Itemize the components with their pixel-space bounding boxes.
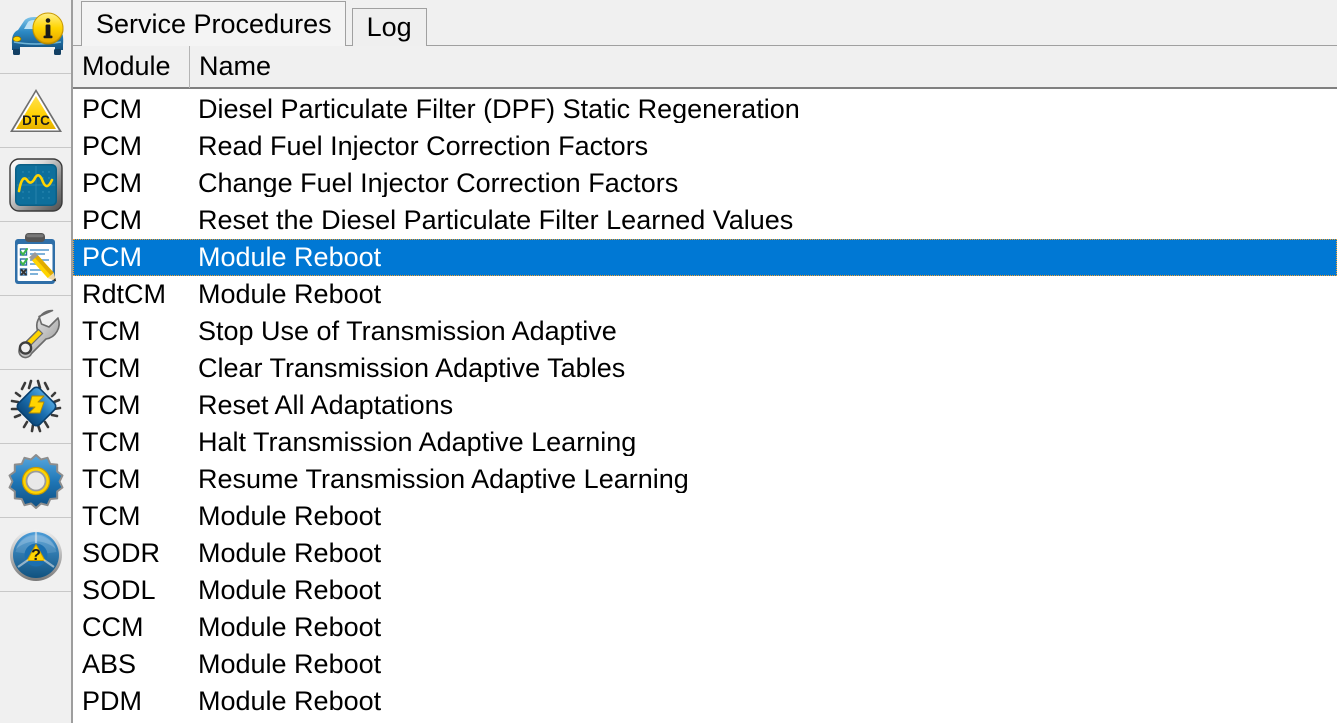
table-row[interactable]: PCM Diesel Particulate Filter (DPF) Stati…: [73, 91, 1337, 128]
sidebar-item-settings[interactable]: [0, 444, 71, 518]
sidebar-empty-space: [0, 592, 71, 723]
column-header-name[interactable]: Name: [190, 45, 1337, 88]
sidebar-item-service-procedures[interactable]: [0, 296, 71, 370]
cell-module: PCM: [82, 96, 142, 123]
table-row[interactable]: TCM Module Reboot: [73, 498, 1337, 535]
cell-module: TCM: [82, 429, 141, 456]
cell-module: TCM: [82, 503, 141, 530]
table-row[interactable]: PCM Read Fuel Injector Correction Factors: [73, 128, 1337, 165]
cell-module: TCM: [82, 466, 141, 493]
cell-module: CCM: [82, 614, 144, 641]
tab-log[interactable]: Log: [351, 8, 427, 46]
cell-module: PCM: [82, 133, 142, 160]
cell-module: RdtCM: [82, 281, 167, 308]
table-row[interactable]: TCM Halt Transmission Adaptive Learning: [73, 424, 1337, 461]
table-row[interactable]: PCM Reset the Diesel Particulate Filter L…: [73, 202, 1337, 239]
cell-module: PCM: [82, 170, 142, 197]
ecu-chip-icon: [7, 379, 65, 435]
svg-text:?: ?: [31, 547, 41, 564]
cell-name: Module Reboot: [198, 503, 382, 530]
cell-name: Halt Transmission Adaptive Learning: [198, 429, 637, 456]
cell-module: PDM: [82, 688, 142, 715]
cell-name: Module Reboot: [198, 540, 382, 567]
cell-module: ABS: [82, 651, 137, 678]
sidebar-item-live-graph[interactable]: [0, 148, 71, 222]
cell-module: TCM: [82, 355, 141, 382]
cell-name: Module Reboot: [198, 577, 382, 604]
column-header-label: Module: [82, 51, 171, 81]
gear-settings-icon: [8, 453, 64, 509]
service-procedures-window: DTC ? Service Procedures Log Module Name…: [0, 0, 1337, 723]
table-row[interactable]: PCM Change Fuel Injector Correction Facto…: [73, 165, 1337, 202]
sidebar-item-module-programming[interactable]: [0, 370, 71, 444]
oscilloscope-icon: [8, 157, 63, 212]
table-row[interactable]: TCM Reset All Adaptations: [73, 387, 1337, 424]
table-row[interactable]: SODR Module Reboot: [73, 535, 1337, 572]
sidebar-item-dtc[interactable]: DTC: [0, 74, 71, 148]
tab-service-procedures[interactable]: Service Procedures: [81, 1, 346, 46]
cell-module: TCM: [82, 318, 141, 345]
svg-text:DTC: DTC: [22, 113, 50, 128]
main-panel: Service Procedures Log Module Name PCM Di…: [73, 0, 1337, 723]
cell-name: Resume Transmission Adaptive Learning: [198, 466, 689, 493]
sidebar-item-vehicle-info[interactable]: [0, 0, 71, 74]
table-row[interactable]: TCM Stop Use of Transmission Adaptive: [73, 313, 1337, 350]
cell-name: Module Reboot: [198, 281, 382, 308]
table-row[interactable]: CCM Module Reboot: [73, 609, 1337, 646]
sidebar-item-report[interactable]: [0, 222, 71, 296]
wrench-icon: [8, 305, 64, 361]
table-row[interactable]: ABS Module Reboot: [73, 646, 1337, 683]
cell-module: TCM: [82, 392, 141, 419]
table-row[interactable]: RdtCM Module Reboot: [73, 276, 1337, 313]
table-row[interactable]: TCM Clear Transmission Adaptive Tables: [73, 350, 1337, 387]
vehicle-info-icon: [7, 11, 65, 63]
cell-name: Stop Use of Transmission Adaptive: [198, 318, 617, 345]
cell-name: Reset the Diesel Particulate Filter Lear…: [198, 207, 794, 234]
cell-name: Module Reboot: [198, 244, 382, 271]
cell-name: Module Reboot: [198, 614, 382, 641]
cell-name: Clear Transmission Adaptive Tables: [198, 355, 626, 382]
cell-name: Module Reboot: [198, 651, 382, 678]
steering-wheel-help-icon: ?: [8, 527, 64, 583]
cell-name: Reset All Adaptations: [198, 392, 454, 419]
tab-bar: Service Procedures Log: [73, 0, 1337, 46]
table-column-header: Module Name: [73, 45, 1337, 89]
tab-label: Service Procedures: [96, 8, 332, 39]
cell-name: Read Fuel Injector Correction Factors: [198, 133, 649, 160]
icon-sidebar: DTC ?: [0, 0, 73, 723]
tab-label: Log: [366, 12, 412, 42]
sidebar-item-help[interactable]: ?: [0, 518, 71, 592]
table-row[interactable]: PDM Module Reboot: [73, 683, 1337, 720]
cell-module: PCM: [82, 207, 142, 234]
table-row[interactable]: PCM Module Reboot: [73, 239, 1337, 276]
table-row[interactable]: TCM Resume Transmission Adaptive Learning: [73, 461, 1337, 498]
checklist-edit-icon: [9, 231, 63, 287]
cell-module: SODL: [82, 577, 156, 604]
service-procedures-list[interactable]: PCM Diesel Particulate Filter (DPF) Stati…: [73, 89, 1337, 723]
column-header-label: Name: [199, 51, 272, 81]
cell-module: PCM: [82, 244, 142, 271]
cell-name: Diesel Particulate Filter (DPF) Static R…: [198, 96, 800, 123]
table-row[interactable]: SODL Module Reboot: [73, 572, 1337, 609]
column-header-module[interactable]: Module: [73, 45, 190, 88]
dtc-warning-icon: DTC: [8, 86, 64, 136]
cell-module: SODR: [82, 540, 161, 567]
cell-name: Change Fuel Injector Correction Factors: [198, 170, 679, 197]
cell-name: Module Reboot: [198, 688, 382, 715]
